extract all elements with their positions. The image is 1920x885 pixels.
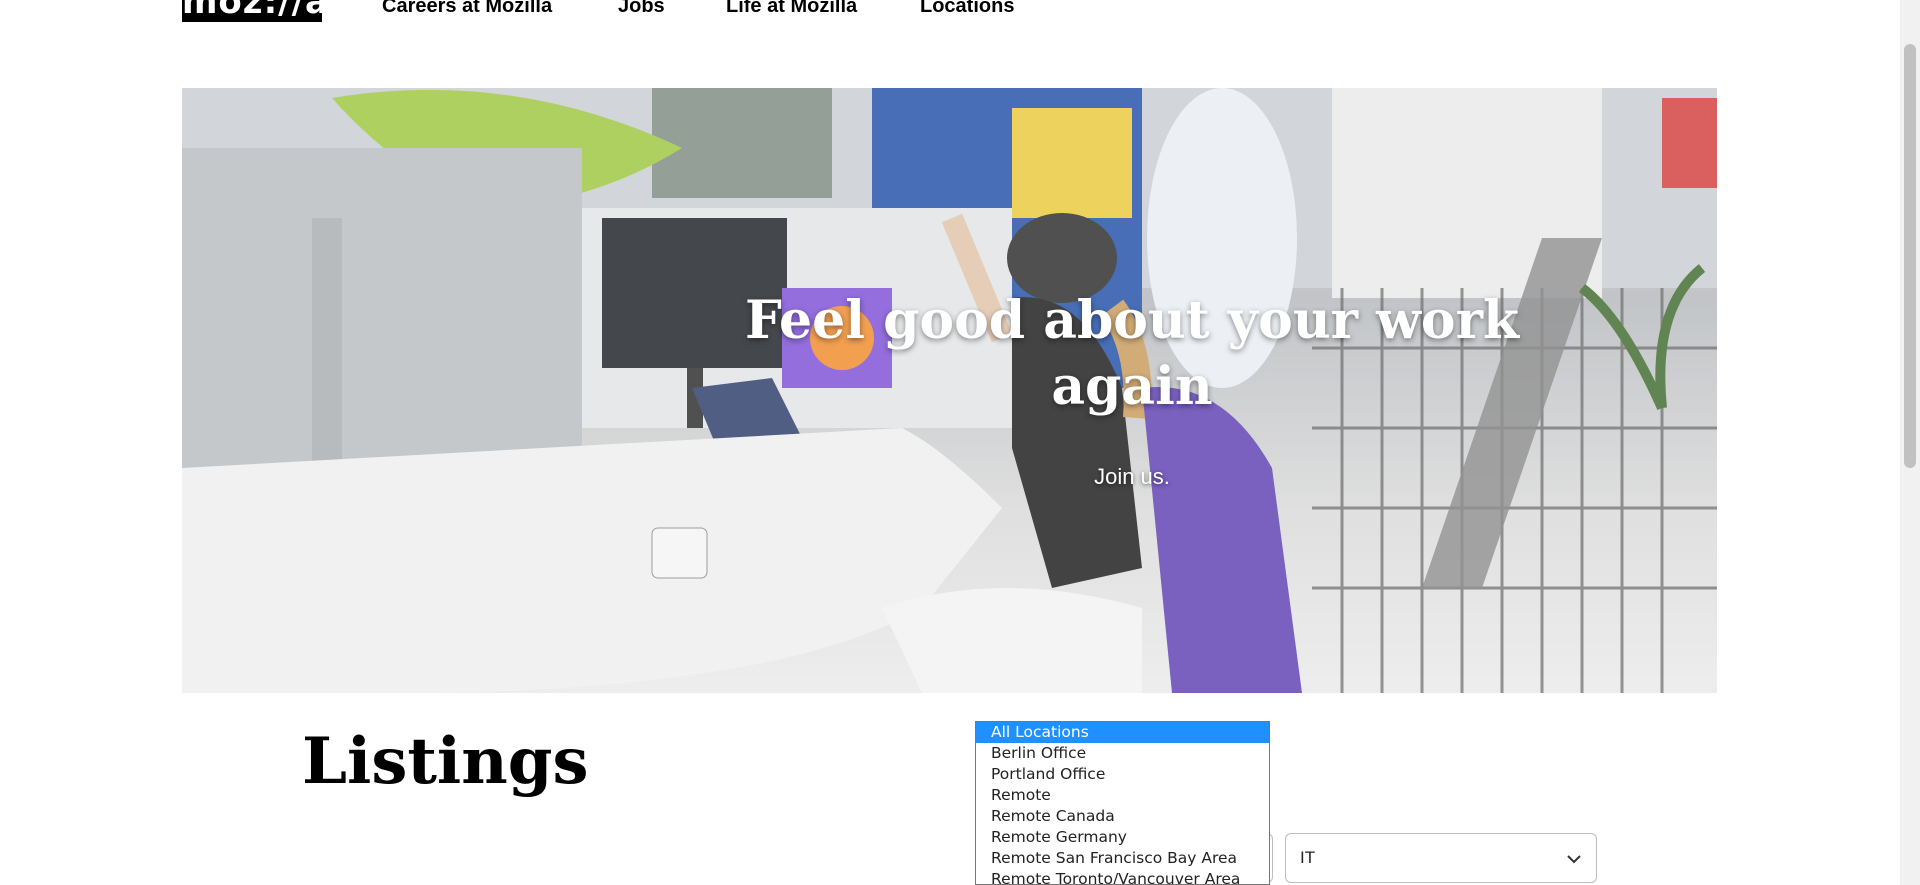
nav-careers-at-mozilla[interactable]: Careers at Mozilla [382, 0, 552, 18]
location-option[interactable]: Remote San Francisco Bay Area [976, 848, 1269, 869]
location-option[interactable]: All Locations [976, 722, 1269, 743]
scrollbar-thumb[interactable] [1904, 44, 1916, 468]
nav-jobs[interactable]: Jobs [618, 0, 665, 18]
nav-life-at-mozilla[interactable]: Life at Mozilla [726, 0, 857, 18]
listings-title: Listings [302, 724, 589, 799]
department-select[interactable]: IT [1285, 833, 1597, 883]
mozilla-logo[interactable]: moz://a [182, 0, 328, 22]
location-dropdown-list[interactable]: All Locations Berlin Office Portland Off… [975, 721, 1270, 885]
location-option[interactable]: Remote [976, 785, 1269, 806]
hero-title: Feel good about your work again [744, 290, 1520, 417]
location-option[interactable]: Portland Office [976, 764, 1269, 785]
nav-locations[interactable]: Locations [920, 0, 1014, 18]
location-option[interactable]: Remote Canada [976, 806, 1269, 827]
site-header: moz://a Careers at Mozilla Jobs Life at … [0, 0, 1900, 60]
page-scrollbar[interactable] [1900, 0, 1920, 885]
department-select-value: IT [1300, 848, 1316, 867]
hero-subtitle: Join us. [1094, 464, 1170, 489]
location-option[interactable]: Remote Toronto/Vancouver Area [976, 869, 1269, 884]
hero-banner: Feel good about your work again Join us. [182, 88, 1717, 693]
location-option[interactable]: Berlin Office [976, 743, 1269, 764]
chevron-down-icon [1566, 851, 1582, 872]
location-option[interactable]: Remote Germany [976, 827, 1269, 848]
